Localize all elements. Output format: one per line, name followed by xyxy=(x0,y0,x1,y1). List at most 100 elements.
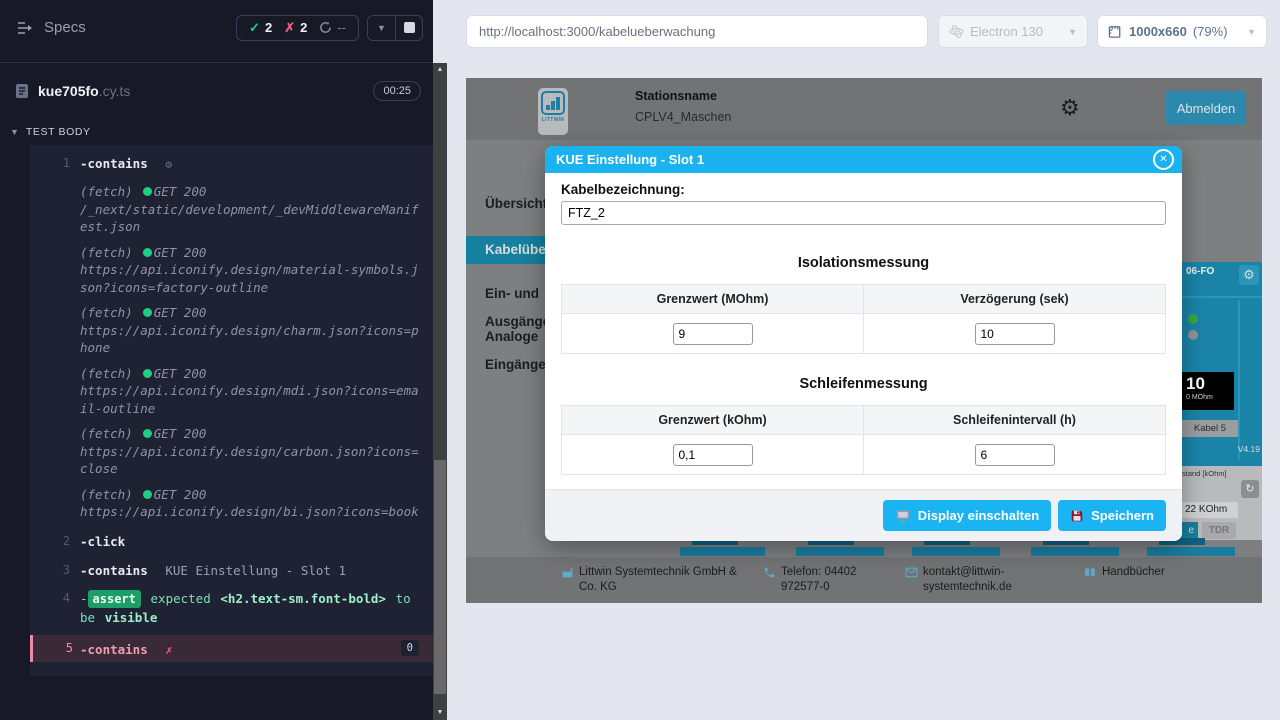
app-header: LITTWIN Stationsname CPLV4_Maschen ⚙ Abm… xyxy=(466,78,1262,140)
browser-name: Electron 130 xyxy=(970,24,1043,39)
url-text: http://localhost:3000/kabelueberwachung xyxy=(479,24,715,39)
column-header: Grenzwert (MOhm) xyxy=(562,285,864,314)
email-icon xyxy=(905,566,918,595)
spec-file-row[interactable]: kue705fo.cy.ts 00:25 xyxy=(0,72,433,110)
command-row-contains-3[interactable]: 3 -contains KUE Einstellung - Slot 1 xyxy=(30,560,433,581)
footer-company: Littwin Systemtechnik GmbH & Co. KG xyxy=(561,565,751,595)
fetch-url: /_next/static/development/_devMiddleware… xyxy=(80,201,421,236)
test-body-label: TEST BODY xyxy=(26,126,91,138)
scrollbar-thumb[interactable] xyxy=(434,460,446,694)
specs-toggle-icon[interactable] xyxy=(16,21,34,35)
match-count-badge: 0 xyxy=(401,640,419,656)
status-dot xyxy=(143,187,152,196)
network-log-entry: (fetch)GET 200 /_next/static/development… xyxy=(30,183,433,236)
command-row-click[interactable]: 2 -click xyxy=(30,531,433,552)
command-row-assert[interactable]: 4 -assert expected <h2.text-sm.font-bold… xyxy=(30,589,433,627)
spec-file-name: kue705fo xyxy=(38,83,99,99)
footer-email: kontakt@littwin-systemtechnik.de xyxy=(905,565,1030,595)
spec-duration-badge: 00:25 xyxy=(373,81,421,101)
verzoegerung-sek-input[interactable] xyxy=(975,323,1055,345)
status-dot xyxy=(143,369,152,378)
command-row-contains-failed[interactable]: 5 -contains ✗ 0 xyxy=(30,635,433,662)
schleifenmessung-table: Grenzwert (kOhm) Schleifenintervall (h) xyxy=(561,405,1166,475)
check-icon: ✓ xyxy=(249,20,260,36)
browser-selector[interactable]: Electron 130 ▼ xyxy=(938,15,1088,48)
isolationsmessung-table: Grenzwert (MOhm) Verzögerung (sek) xyxy=(561,284,1166,354)
device-subpanel: stand [kOhm] ↻ 22 KOhm e TDR xyxy=(1178,466,1262,540)
grenzwert-mohm-input[interactable] xyxy=(673,323,753,345)
network-log-entry: (fetch)GET 200 https://api.iconify.desig… xyxy=(30,304,433,357)
specs-label[interactable]: Specs xyxy=(44,19,86,36)
fetch-url: https://api.iconify.design/mdi.json?icon… xyxy=(80,382,421,417)
status-dot xyxy=(143,248,152,257)
network-log-entry: (fetch)GET 200 https://api.iconify.desig… xyxy=(30,425,433,478)
logo-icon xyxy=(541,91,565,115)
viewport-size: 1000x660 xyxy=(1129,24,1187,39)
modal-body: Kabelbezeichnung: Isolationsmessung Gren… xyxy=(545,173,1182,475)
spec-file-ext: .cy.ts xyxy=(99,83,131,99)
settings-gear-icon[interactable]: ⚙ xyxy=(1060,95,1080,121)
command-log: 1 -contains ⚙ (fetch)GET 200 /_next/stat… xyxy=(30,145,433,676)
kabelbezeichnung-label: Kabelbezeichnung: xyxy=(561,182,1166,197)
divider xyxy=(0,62,433,63)
fetch-url: https://api.iconify.design/carbon.json?i… xyxy=(80,443,421,478)
grenzwert-kohm-input[interactable] xyxy=(673,444,753,466)
network-log-entry: (fetch)GET 200 https://api.iconify.desig… xyxy=(30,365,433,418)
chevron-down-icon: ▼ xyxy=(1068,27,1077,37)
fetch-url: https://api.iconify.design/bi.json?icons… xyxy=(80,503,421,521)
device-title: 06-FO xyxy=(1186,266,1214,277)
column-header: Verzögerung (sek) xyxy=(864,285,1166,314)
stop-icon xyxy=(404,22,415,33)
close-icon[interactable]: ✕ xyxy=(1153,149,1174,170)
status-dot xyxy=(143,429,152,438)
book-icon xyxy=(1083,566,1097,584)
scroll-up-icon[interactable]: ▲ xyxy=(433,63,447,77)
status-dot xyxy=(143,308,152,317)
isolationsmessung-title: Isolationsmessung xyxy=(561,255,1166,271)
column-header: Schleifenintervall (h) xyxy=(864,406,1166,435)
kue-device-panel: 06-FO ⚙ 10 0 MOhm Kabel 5 V4.19 stand [k… xyxy=(1182,262,1262,540)
modal-footer: Display einschalten Speichern xyxy=(545,489,1182,541)
network-log-entry: (fetch)GET 200 https://api.iconify.desig… xyxy=(30,244,433,297)
refresh-icon[interactable]: ↻ xyxy=(1241,480,1259,498)
collapse-button[interactable]: ▼ xyxy=(368,16,395,40)
logout-button[interactable]: Abmelden xyxy=(1166,91,1246,125)
kabelbezeichnung-input[interactable] xyxy=(561,201,1166,225)
test-body-header[interactable]: ▼ TEST BODY xyxy=(0,122,433,142)
chevron-down-icon: ▼ xyxy=(377,23,386,33)
cypress-reporter: Specs ✓2 ✗2 -- ▼ kue705fo.cy.ts 00:25 ▼ … xyxy=(0,0,433,720)
schleifenmessung-title: Schleifenmessung xyxy=(561,376,1166,392)
tdr-button[interactable]: TDR xyxy=(1202,522,1236,539)
refresh-icon xyxy=(319,21,332,34)
station-name: CPLV4_Maschen xyxy=(635,110,731,124)
app-footer: Littwin Systemtechnik GmbH & Co. KG Tele… xyxy=(466,557,1262,603)
scroll-down-icon[interactable]: ▼ xyxy=(433,706,447,720)
schleifenintervall-input[interactable] xyxy=(975,444,1055,466)
station-label: Stationsname xyxy=(635,89,717,103)
reporter-controls: ▼ xyxy=(367,15,423,41)
monitor-icon xyxy=(895,509,911,523)
network-log-entry: (fetch)GET 200 https://api.iconify.desig… xyxy=(30,486,433,521)
kue-settings-modal: KUE Einstellung - Slot 1 ✕ Kabelbezeichn… xyxy=(545,146,1182,541)
reporter-scrollbar[interactable]: ▲ ▼ xyxy=(433,63,447,720)
stat-pending: -- xyxy=(319,20,346,35)
chevron-down-icon: ▼ xyxy=(10,127,19,137)
display-einschalten-button[interactable]: Display einschalten xyxy=(883,500,1051,531)
led-gray xyxy=(1188,330,1198,340)
resistance-value: 22 KOhm xyxy=(1182,502,1238,518)
modal-header: KUE Einstellung - Slot 1 xyxy=(545,146,1182,173)
stop-button[interactable] xyxy=(395,16,422,40)
littwin-logo: LITTWIN xyxy=(538,88,568,135)
speichern-button[interactable]: Speichern xyxy=(1058,500,1166,531)
assert-badge: assert xyxy=(88,590,141,608)
phone-icon xyxy=(763,566,776,595)
device-gear-icon[interactable]: ⚙ xyxy=(1239,265,1259,285)
column-header: Grenzwert (kOhm) xyxy=(562,406,864,435)
footer-manuals[interactable]: Handbücher xyxy=(1083,565,1193,584)
viewport-selector[interactable]: 1000x660 (79%) ▼ xyxy=(1097,15,1267,48)
url-bar[interactable]: http://localhost:3000/kabelueberwachung xyxy=(466,15,928,48)
footer-phone: Telefon: 04402 972577-0 xyxy=(763,565,883,595)
kabel-label: Kabel 5 xyxy=(1182,420,1238,437)
test-stats: ✓2 ✗2 -- xyxy=(236,15,359,41)
command-row-contains-1[interactable]: 1 -contains ⚙ xyxy=(30,153,433,175)
